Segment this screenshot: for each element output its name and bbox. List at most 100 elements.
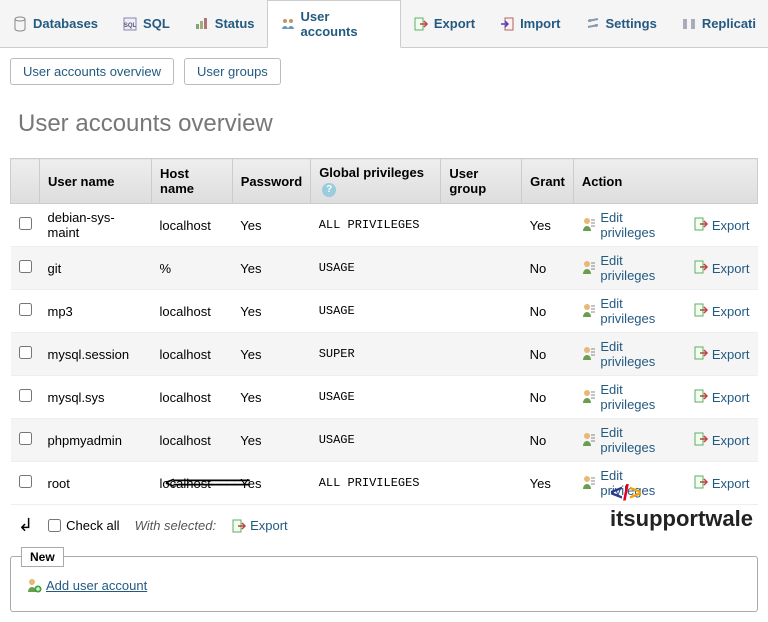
select-arrow-icon: ↳ [18,515,33,536]
cell-username: git [40,247,152,290]
tab-user-accounts[interactable]: User accounts [267,0,401,48]
cell-privileges: USAGE [311,290,441,333]
col-password[interactable]: Password [232,159,310,204]
col-hostname[interactable]: Host name [152,159,233,204]
sql-icon: SQL [122,16,138,32]
help-icon[interactable]: ? [322,183,336,197]
cell-usergroup [441,247,522,290]
row-export-link[interactable]: Export [693,431,750,450]
cell-grant: Yes [522,204,574,247]
tab-replication-label: Replicati [702,16,756,31]
check-all[interactable]: Check all [48,518,119,533]
row-checkbox[interactable] [19,346,32,359]
row-checkbox[interactable] [19,303,32,316]
edit-user-icon [581,474,597,493]
export-icon [413,16,429,32]
edit-user-icon [581,259,597,278]
check-all-checkbox[interactable] [48,519,61,532]
subtab-overview[interactable]: User accounts overview [10,58,174,85]
edit-privileges-link[interactable]: Edit privileges [581,296,677,326]
row-export-link[interactable]: Export [693,345,750,364]
edit-privileges-link[interactable]: Edit privileges [581,382,677,412]
svg-text:SQL: SQL [124,23,137,29]
status-icon [194,16,210,32]
add-user-account-link[interactable]: Add user account [26,577,147,593]
tab-import-label: Import [520,16,560,31]
tab-export-label: Export [434,16,475,31]
cell-privileges: ALL PRIVILEGES [311,204,441,247]
tab-export[interactable]: Export [401,0,487,47]
tab-settings-label: Settings [606,16,657,31]
table-row: phpmyadminlocalhostYesUSAGENo Edit privi… [11,419,758,462]
edit-privileges-link[interactable]: Edit privileges [581,253,677,283]
subtab-groups[interactable]: User groups [184,58,281,85]
tab-user-accounts-label: User accounts [301,9,388,39]
col-checkbox [11,159,40,204]
row-checkbox[interactable] [19,217,32,230]
row-export-link[interactable]: Export [693,259,750,278]
watermark-logo: </> itsupportwale [610,480,753,532]
cell-password: Yes [232,333,310,376]
cell-password: Yes [232,419,310,462]
cell-password: Yes [232,376,310,419]
cell-privileges: USAGE [311,376,441,419]
tab-replication[interactable]: Replicati [669,0,768,47]
cell-hostname: localhost [152,204,233,247]
edit-user-icon [581,431,597,450]
tab-sql[interactable]: SQL SQL [110,0,182,47]
row-checkbox[interactable] [19,389,32,402]
edit-privileges-link[interactable]: Edit privileges [581,425,677,455]
col-username[interactable]: User name [40,159,152,204]
cell-grant: No [522,290,574,333]
col-grant[interactable]: Grant [522,159,574,204]
settings-icon [585,16,601,32]
footer-export-link[interactable]: Export [231,518,288,534]
tab-import[interactable]: Import [487,0,572,47]
table-row: mp3localhostYesUSAGENo Edit privileges E… [11,290,758,333]
row-checkbox[interactable] [19,475,32,488]
row-checkbox[interactable] [19,260,32,273]
new-user-fieldset: New Add user account [10,556,758,612]
export-icon [693,259,709,278]
cell-usergroup [441,376,522,419]
edit-privileges-link[interactable]: Edit privileges [581,210,677,240]
page-title: User accounts overview [0,95,768,158]
cell-grant: Yes [522,462,574,505]
cell-hostname: localhost [152,376,233,419]
col-global-priv[interactable]: Global privileges? [311,159,441,204]
tab-databases[interactable]: Databases [0,0,110,47]
cell-username: mysql.sys [40,376,152,419]
cell-username: debian-sys-maint [40,204,152,247]
tab-settings[interactable]: Settings [573,0,669,47]
cell-password: Yes [232,247,310,290]
replication-icon [681,16,697,32]
tab-sql-label: SQL [143,16,170,31]
cell-username: mp3 [40,290,152,333]
cell-usergroup [441,290,522,333]
col-user-group[interactable]: User group [441,159,522,204]
tab-status[interactable]: Status [182,0,267,47]
edit-user-icon [581,345,597,364]
cell-username: phpmyadmin [40,419,152,462]
cell-username: root [40,462,152,505]
import-icon [499,16,515,32]
cell-password: Yes [232,204,310,247]
row-export-link[interactable]: Export [693,388,750,407]
cell-hostname: localhost [152,290,233,333]
table-row: git%YesUSAGENo Edit privileges Export [11,247,758,290]
cell-usergroup [441,462,522,505]
export-icon [693,302,709,321]
edit-privileges-link[interactable]: Edit privileges [581,339,677,369]
row-export-link[interactable]: Export [693,216,750,235]
cell-grant: No [522,333,574,376]
database-icon [12,16,28,32]
cell-grant: No [522,376,574,419]
row-checkbox[interactable] [19,432,32,445]
tab-databases-label: Databases [33,16,98,31]
cell-usergroup [441,204,522,247]
row-export-link[interactable]: Export [693,302,750,321]
table-row: debian-sys-maintlocalhostYesALL PRIVILEG… [11,204,758,247]
export-icon [693,216,709,235]
add-user-icon [26,577,42,593]
edit-user-icon [581,302,597,321]
